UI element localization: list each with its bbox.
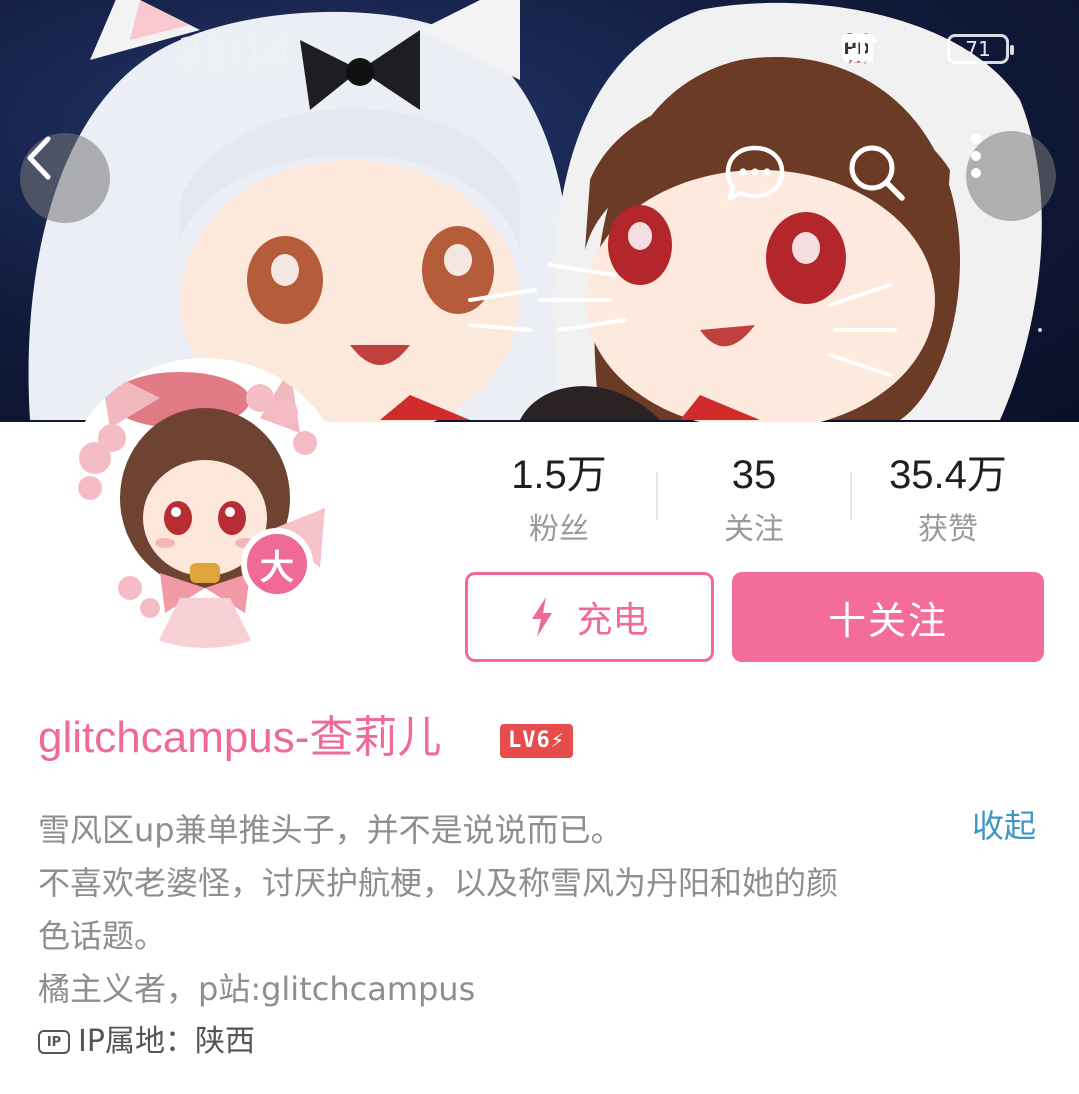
fans-label: 粉丝 [529,512,589,547]
ip-location-row: IP IP属地：陕西 [38,1022,255,1062]
search-icon [849,145,905,201]
more-options-button[interactable] [966,131,1056,221]
chat-bubble-icon [725,145,785,203]
verified-badge: 大 [241,528,313,600]
collapse-button[interactable]: 收起 [972,804,1036,848]
stat-following[interactable]: 35 关注 [654,450,854,550]
bio-line: 色话题。 [38,917,167,955]
chevron-left-icon [27,136,51,180]
bio-line: 雪风区up兼单推头子，并不是说说而已。 [38,811,623,849]
lightning-icon [532,597,553,637]
message-button[interactable] [720,138,804,222]
ip-location: IP属地：陕西 [78,1024,255,1059]
charge-label: 充电 [576,600,649,641]
search-button[interactable] [842,138,926,222]
bio-line: 不喜欢老婆怪，讨厌护航梗，以及称雪风为丹阳和她的颜 [38,864,839,902]
following-count: 35 [731,453,777,497]
charge-button[interactable]: 充电 [465,572,714,662]
svg-text:4G: 4G [840,33,857,46]
ip-icon: IP [38,1030,70,1054]
likes-label: 获赞 [918,512,978,547]
likes-count: 35.4万 [889,453,1007,497]
follow-button[interactable]: 十关注 [732,572,1044,662]
bio: 雪风区up兼单推头子，并不是说说而已。 不喜欢老婆怪，讨厌护航梗，以及称雪风为丹… [38,804,948,1016]
avatar-image [60,358,350,648]
lightning-icon: ⚡ [550,728,565,753]
stat-likes: 35.4万 获赞 [848,450,1048,550]
bio-line: 橘主义者，p站:glitchcampus [38,970,476,1008]
status-icons: ⏰ HD 4G 71 [840,32,1014,65]
back-button[interactable] [20,133,110,223]
username: glitchcampus-查莉儿 [38,713,442,762]
following-label: 关注 [724,512,784,547]
level-text: LV6 [508,728,551,753]
stat-fans[interactable]: 1.5万 粉丝 [459,450,659,550]
status-time: 21:14 [178,30,293,74]
more-vertical-icon [971,134,981,178]
avatar[interactable] [60,358,350,648]
level-badge: LV6⚡ [500,724,573,758]
battery-indicator: 71 [947,33,1014,64]
fans-count: 1.5万 [511,453,607,497]
